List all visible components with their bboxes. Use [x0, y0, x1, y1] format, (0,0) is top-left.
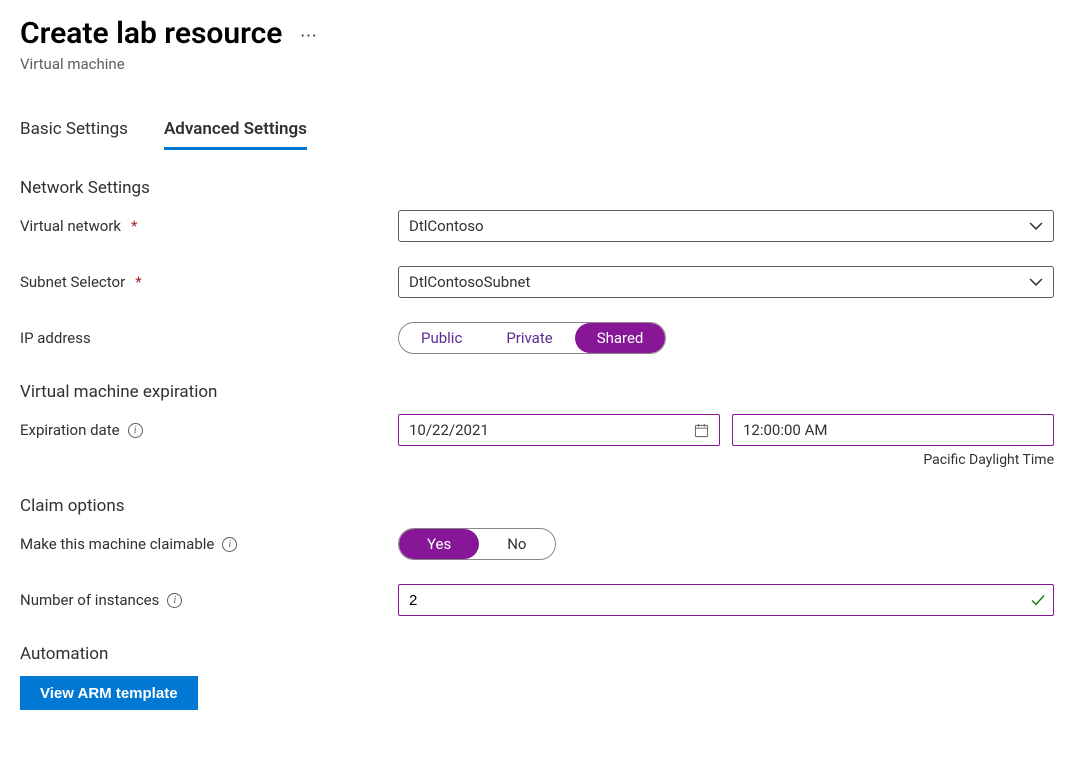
tab-advanced-settings[interactable]: Advanced Settings [164, 119, 307, 150]
tab-basic-settings[interactable]: Basic Settings [20, 119, 128, 150]
input-expiration-date[interactable]: 10/22/2021 [398, 414, 720, 446]
label-make-claimable: Make this machine claimable i [20, 535, 398, 553]
label-ip-address: IP address [20, 329, 398, 347]
chevron-down-icon [1029, 219, 1043, 233]
section-network-settings: Network Settings [20, 178, 1056, 198]
section-claim-options: Claim options [20, 496, 1056, 516]
required-indicator: * [135, 273, 141, 291]
info-icon[interactable]: i [167, 593, 182, 608]
tabs: Basic Settings Advanced Settings [20, 119, 1056, 150]
page-title: Create lab resource [20, 16, 282, 51]
input-number-of-instances[interactable] [398, 584, 1054, 616]
label-expiration-date-text: Expiration date [20, 421, 120, 439]
label-make-claimable-text: Make this machine claimable [20, 535, 214, 553]
required-indicator: * [131, 217, 137, 235]
more-actions-icon[interactable]: ··· [300, 20, 317, 47]
section-vm-expiration: Virtual machine expiration [20, 382, 1056, 402]
input-expiration-time-value: 12:00:00 AM [743, 421, 827, 439]
label-number-of-instances: Number of instances i [20, 591, 398, 609]
section-automation: Automation [20, 644, 1056, 664]
info-icon[interactable]: i [222, 537, 237, 552]
pill-ip-private[interactable]: Private [484, 323, 574, 353]
page-subtitle: Virtual machine [20, 55, 1056, 73]
dropdown-virtual-network-value: DtlContoso [409, 217, 484, 235]
label-number-of-instances-text: Number of instances [20, 591, 159, 609]
pill-claimable-no[interactable]: No [479, 529, 554, 559]
label-subnet-selector: Subnet Selector * [20, 273, 398, 291]
dropdown-subnet-selector-value: DtlContosoSubnet [409, 273, 530, 291]
chevron-down-icon [1029, 275, 1043, 289]
pill-ip-public[interactable]: Public [399, 323, 484, 353]
pill-claimable-yes[interactable]: Yes [399, 529, 479, 559]
checkmark-icon [1030, 592, 1046, 608]
toggle-claimable: Yes No [398, 528, 556, 560]
dropdown-virtual-network[interactable]: DtlContoso [398, 210, 1054, 242]
label-virtual-network: Virtual network * [20, 217, 398, 235]
timezone-note: Pacific Daylight Time [20, 452, 1054, 468]
label-virtual-network-text: Virtual network [20, 217, 121, 235]
info-icon[interactable]: i [128, 423, 143, 438]
label-subnet-selector-text: Subnet Selector [20, 273, 125, 291]
input-expiration-date-value: 10/22/2021 [409, 421, 489, 439]
calendar-icon [694, 423, 709, 438]
toggle-ip-address: Public Private Shared [398, 322, 666, 354]
view-arm-template-button[interactable]: View ARM template [20, 676, 198, 710]
label-expiration-date: Expiration date i [20, 421, 398, 439]
pill-ip-shared[interactable]: Shared [575, 323, 666, 353]
input-expiration-time[interactable]: 12:00:00 AM [732, 414, 1054, 446]
dropdown-subnet-selector[interactable]: DtlContosoSubnet [398, 266, 1054, 298]
